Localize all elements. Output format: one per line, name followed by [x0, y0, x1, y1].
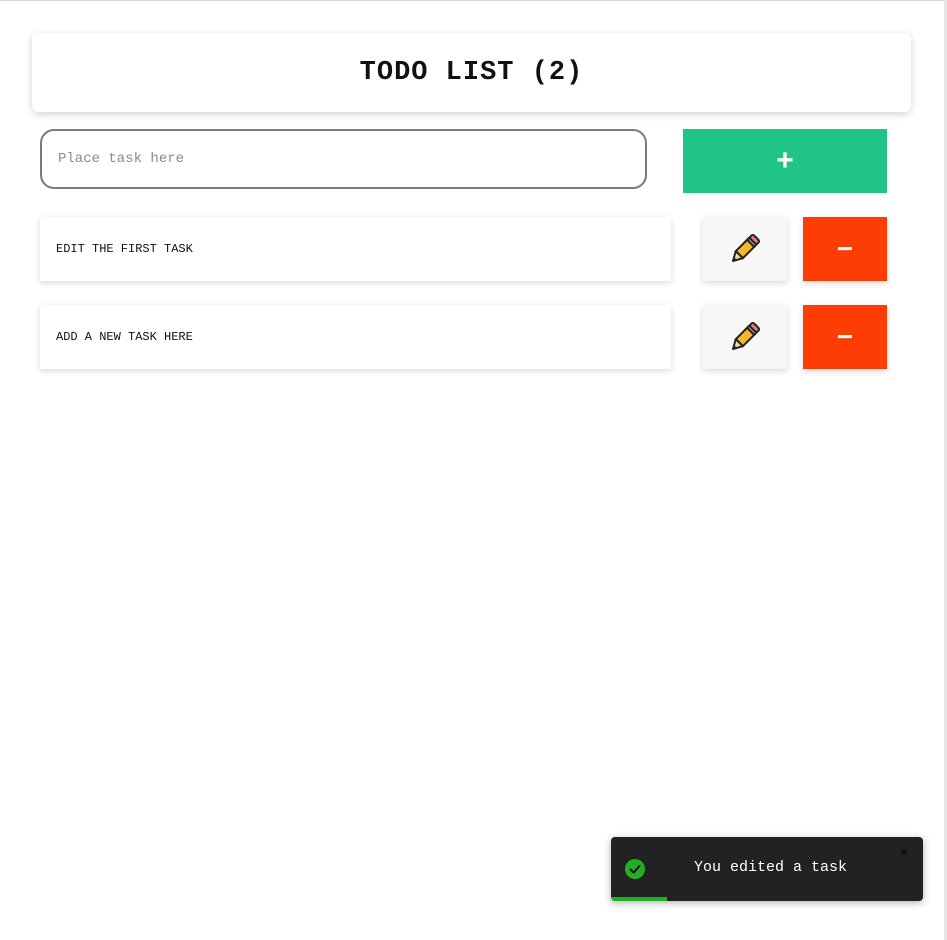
add-task-button[interactable]: +	[683, 129, 887, 193]
delete-label: −	[836, 233, 854, 264]
page-title: TODO LIST (2)	[359, 57, 584, 88]
toast-progress-bar	[611, 897, 668, 901]
task-row: ADD A NEW TASK HERE −	[40, 305, 887, 369]
task-row: EDIT THE FIRST TASK −	[40, 217, 887, 281]
edit-task-button[interactable]	[703, 305, 787, 369]
check-circle-icon	[625, 859, 645, 879]
add-label: +	[776, 144, 794, 177]
delete-task-button[interactable]: −	[803, 217, 887, 281]
delete-task-button[interactable]: −	[803, 305, 887, 369]
toast-notification: You edited a task ×	[611, 837, 923, 901]
task-input[interactable]	[40, 129, 647, 189]
edit-task-button[interactable]	[703, 217, 787, 281]
close-icon[interactable]: ×	[900, 845, 914, 859]
toast-message: You edited a task	[694, 859, 848, 876]
window-top-border	[0, 0, 947, 1]
task-text: ADD A NEW TASK HERE	[40, 305, 671, 369]
header-card: TODO LIST (2)	[32, 33, 911, 112]
pencil-icon	[731, 233, 761, 263]
task-text: EDIT THE FIRST TASK	[40, 217, 671, 281]
pencil-icon	[731, 321, 761, 351]
delete-label: −	[836, 321, 854, 352]
